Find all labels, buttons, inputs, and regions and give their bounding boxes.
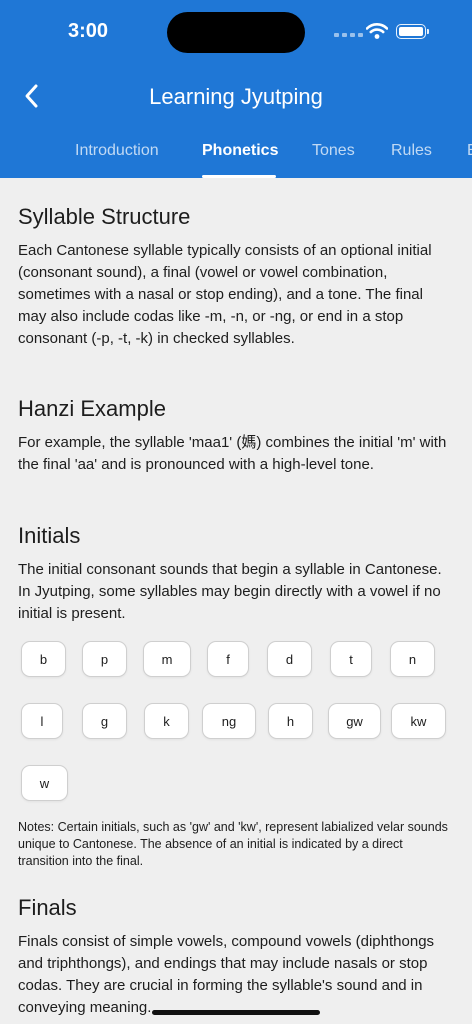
tab-rules[interactable]: Rules [391,142,432,160]
page-title: Learning Jyutping [149,84,323,109]
initial-chip-h[interactable]: h [268,703,313,739]
tab-phonetics[interactable]: Phonetics [202,142,278,160]
tab-bar: Introduction Phonetics Tones Rules E [0,142,472,178]
status-time: 3:00 [68,20,109,42]
initial-chip-g[interactable]: g [82,703,127,739]
dynamic-island [167,12,305,53]
initial-chip-w[interactable]: w [21,765,68,801]
battery-icon [396,24,429,39]
initial-chip-d[interactable]: d [267,641,312,677]
initial-chip-b[interactable]: b [21,641,66,677]
active-tab-indicator [202,175,276,178]
hanzi-example-heading: Hanzi Example [18,396,166,421]
initial-chip-kw[interactable]: kw [391,703,446,739]
initial-chip-gw[interactable]: gw [328,703,381,739]
initial-chip-ng[interactable]: ng [202,703,256,739]
initial-chip-t[interactable]: t [330,641,372,677]
syllable-structure-text: Each Cantonese syllable typically consis… [18,242,432,347]
initial-chip-k[interactable]: k [144,703,189,739]
home-indicator [152,1010,320,1015]
initial-chip-l[interactable]: l [21,703,63,739]
initial-chip-f[interactable]: f [207,641,249,677]
tab-partial[interactable]: E [467,142,472,160]
initial-chip-p[interactable]: p [82,641,127,677]
initial-chip-m[interactable]: m [143,641,191,677]
syllable-structure-heading: Syllable Structure [18,204,191,229]
tab-tones[interactable]: Tones [312,142,355,160]
navigation-bar: Learning Jyutping [0,64,472,128]
status-bar: 3:00 [0,0,472,64]
initials-text: The initial consonant sounds that begin … [18,561,442,622]
cellular-signal-icon [334,33,363,37]
tab-introduction[interactable]: Introduction [75,142,159,160]
initials-heading: Initials [18,523,81,548]
initials-notes: Notes: Certain initials, such as 'gw' an… [18,820,448,868]
initial-chip-n[interactable]: n [390,641,435,677]
wifi-icon [366,23,388,39]
finals-heading: Finals [18,895,77,920]
finals-text: Finals consist of simple vowels, compoun… [18,933,435,1016]
app-header: 3:00 Learning Jyutping Introduction Phon… [0,0,472,178]
hanzi-example-text: For example, the syllable 'maa1' (媽) com… [18,434,447,473]
